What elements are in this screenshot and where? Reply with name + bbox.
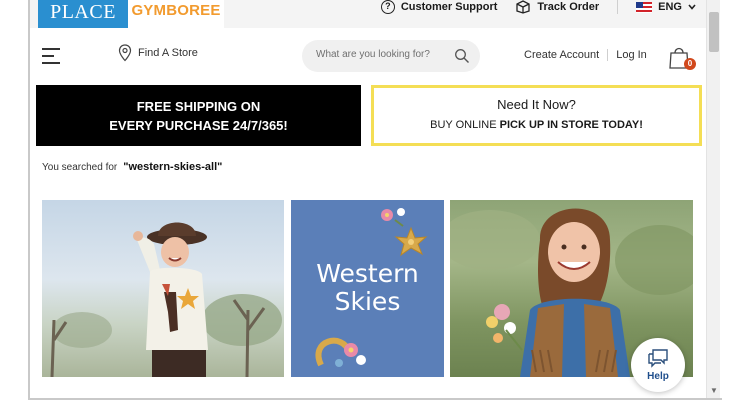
us-flag-icon bbox=[636, 1, 653, 13]
find-store-link[interactable]: Find A Store bbox=[118, 44, 198, 62]
track-order-link[interactable]: Track Order bbox=[515, 0, 599, 14]
customer-support-link[interactable]: ? Customer Support bbox=[380, 0, 498, 14]
free-shipping-banner[interactable]: FREE SHIPPING ON EVERY PURCHASE 24/7/365… bbox=[36, 85, 361, 146]
pickup-text-bold: PICK UP IN STORE TODAY! bbox=[499, 119, 643, 131]
search-bar[interactable] bbox=[302, 40, 480, 72]
free-shipping-line2: EVERY PURCHASE 24/7/365! bbox=[109, 118, 288, 133]
language-selector[interactable]: ENG bbox=[636, 0, 696, 14]
question-icon: ? bbox=[380, 0, 395, 14]
package-icon bbox=[516, 0, 531, 14]
chat-bubble-icon bbox=[648, 349, 668, 368]
need-it-now-text: Need It Now? bbox=[497, 97, 576, 112]
free-shipping-line1: FREE SHIPPING ON bbox=[136, 99, 261, 114]
log-in-link[interactable]: Log In bbox=[616, 49, 647, 61]
western-skies-banner[interactable]: Western Skies bbox=[291, 200, 444, 377]
menu-icon[interactable] bbox=[42, 46, 60, 64]
track-order-label: Track Order bbox=[537, 1, 600, 13]
help-chat-button[interactable]: Help bbox=[631, 338, 685, 392]
utility-bar: PLACE GYMBOREE ? Customer Support Track … bbox=[30, 0, 706, 28]
account-divider bbox=[607, 49, 609, 61]
customer-support-label: Customer Support bbox=[400, 1, 498, 13]
help-label: Help bbox=[647, 371, 669, 382]
account-links: Create Account Log In bbox=[524, 49, 647, 61]
western-skies-title: Western Skies bbox=[291, 260, 444, 316]
utility-links: ? Customer Support Track Order ENG bbox=[380, 0, 696, 28]
page-scrollbar[interactable]: ▼ bbox=[706, 0, 720, 398]
utility-divider bbox=[617, 0, 619, 14]
search-term: "western-skies-all" bbox=[123, 161, 223, 173]
boy-cowboy-image[interactable] bbox=[42, 200, 284, 377]
search-result-label: You searched for bbox=[42, 162, 118, 173]
western-skies-title-line1: Western bbox=[316, 259, 419, 288]
find-store-label: Find A Store bbox=[138, 47, 198, 59]
brand-logo-place[interactable]: PLACE bbox=[38, 0, 128, 28]
create-account-link[interactable]: Create Account bbox=[524, 49, 599, 61]
scroll-down-arrow-icon[interactable]: ▼ bbox=[710, 386, 718, 395]
cart-count-badge: 0 bbox=[684, 58, 696, 70]
western-skies-title-line2: Skies bbox=[334, 287, 401, 316]
boy-cowboy-illustration bbox=[50, 222, 282, 377]
scrollbar-thumb[interactable] bbox=[709, 12, 719, 52]
pickup-text-prefix: BUY ONLINE bbox=[430, 119, 497, 131]
chevron-down-icon bbox=[688, 4, 696, 10]
search-result-summary: You searched for "western-skies-all" bbox=[42, 161, 222, 173]
window-left-border bbox=[28, 0, 30, 400]
brand-logo-gymboree[interactable]: GYMBOREE bbox=[128, 0, 224, 28]
search-icon[interactable] bbox=[454, 48, 470, 64]
search-input[interactable] bbox=[316, 49, 446, 60]
site-header: Find A Store Create Account Log In 0 bbox=[30, 28, 706, 84]
language-label: ENG bbox=[658, 1, 682, 13]
location-pin-icon bbox=[118, 44, 132, 62]
browser-viewport: PLACE GYMBOREE ? Customer Support Track … bbox=[0, 0, 750, 400]
pickup-in-store-banner[interactable]: Need It Now? BUY ONLINE PICK UP IN STORE… bbox=[371, 85, 702, 146]
pickup-text: BUY ONLINE PICK UP IN STORE TODAY! bbox=[374, 116, 699, 135]
